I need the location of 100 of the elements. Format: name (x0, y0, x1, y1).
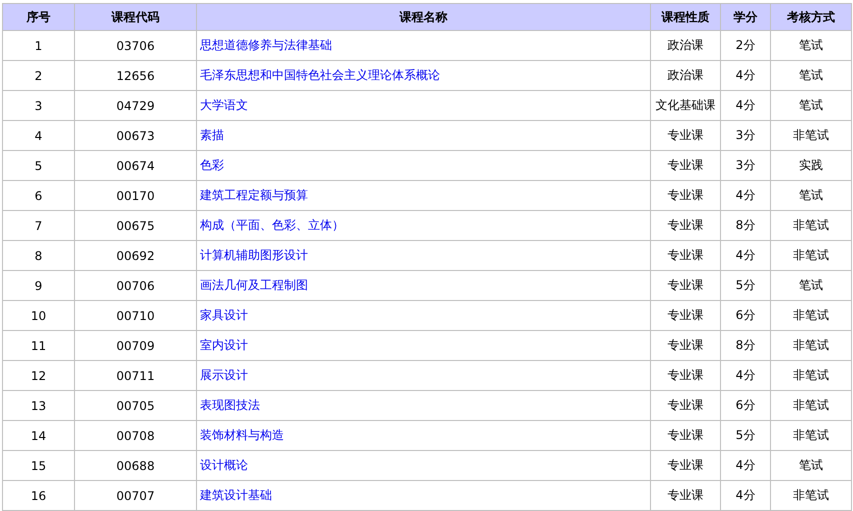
table-cell: 政治课 (668, 38, 704, 52)
table-cell: 14 (30, 428, 46, 442)
column-header: 课程代码 (74, 4, 196, 30)
table-cell: 专业课 (668, 428, 704, 442)
table-cell: 非笔试 (793, 488, 829, 502)
table-cell: 15 (30, 458, 46, 472)
table-cell: 00674 (116, 158, 155, 172)
column-header: 学分 (720, 4, 770, 30)
table-cell: 4分 (736, 98, 756, 112)
table-cell: 笔试 (799, 68, 823, 82)
table-cell: 6分 (736, 308, 756, 322)
table-cell: 实践 (799, 158, 823, 172)
course-link[interactable]: 画法几何及工程制图 (200, 278, 308, 292)
table-cell: 非笔试 (793, 368, 829, 382)
table-cell: 4分 (736, 368, 756, 382)
table-cell: 4分 (736, 488, 756, 502)
table-cell: 笔试 (799, 278, 823, 292)
course-link[interactable]: 大学语文 (200, 98, 248, 112)
course-link[interactable]: 装饰材料与构造 (200, 428, 284, 442)
table-cell: 3分 (736, 128, 756, 142)
table-cell: 3分 (736, 158, 756, 172)
table-cell: 00688 (116, 458, 155, 472)
table-cell: 专业课 (668, 368, 704, 382)
table-cell: 非笔试 (793, 248, 829, 262)
course-link[interactable]: 展示设计 (200, 368, 248, 382)
table-cell: 笔试 (799, 458, 823, 472)
table-cell: 00692 (116, 248, 155, 262)
table-cell: 1 (34, 38, 42, 52)
table-cell: 4分 (736, 68, 756, 82)
table-cell: 非笔试 (793, 338, 829, 352)
table-cell: 12656 (116, 68, 155, 82)
column-header: 序号 (2, 4, 74, 30)
table-cell: 专业课 (668, 188, 704, 202)
table-cell: 专业课 (668, 338, 704, 352)
table-cell: 16 (30, 488, 46, 502)
table-cell: 00705 (116, 398, 155, 412)
table-cell: 非笔试 (793, 428, 829, 442)
table-cell: 非笔试 (793, 218, 829, 232)
table-cell: 2 (34, 68, 42, 82)
table-cell: 00710 (116, 308, 155, 322)
table-cell: 5分 (736, 278, 756, 292)
table-cell: 专业课 (668, 308, 704, 322)
table-cell: 专业课 (668, 278, 704, 292)
table-cell: 04729 (116, 98, 155, 112)
table-cell: 11 (30, 338, 46, 352)
course-link[interactable]: 表现图技法 (200, 398, 260, 412)
course-link[interactable]: 构成（平面、色彩、立体） (200, 218, 344, 232)
table-cell: 专业课 (668, 398, 704, 412)
table-cell: 非笔试 (793, 128, 829, 142)
table-cell: 00170 (116, 188, 155, 202)
column-header: 课程名称 (196, 4, 650, 30)
table-cell: 9 (34, 278, 42, 292)
table-cell: 笔试 (799, 188, 823, 202)
table-cell: 13 (30, 398, 46, 412)
table-cell: 00709 (116, 338, 155, 352)
course-link[interactable]: 设计概论 (200, 458, 248, 472)
table-cell: 00673 (116, 128, 155, 142)
table-cell: 专业课 (668, 128, 704, 142)
course-link[interactable]: 建筑设计基础 (200, 488, 272, 502)
table-cell: 3 (34, 98, 42, 112)
table-cell: 笔试 (799, 38, 823, 52)
table-cell: 5 (34, 158, 42, 172)
table-cell: 8分 (736, 218, 756, 232)
table-cell: 8 (34, 248, 42, 262)
table-cell: 专业课 (668, 248, 704, 262)
table-cell: 4分 (736, 458, 756, 472)
table-cell: 00706 (116, 278, 155, 292)
table-cell: 8分 (736, 338, 756, 352)
course-link[interactable]: 思想道德修养与法律基础 (200, 38, 332, 52)
course-link[interactable]: 建筑工程定额与预算 (200, 188, 308, 202)
table-cell: 5分 (736, 428, 756, 442)
table-cell: 专业课 (668, 488, 704, 502)
course-link[interactable]: 色彩 (200, 158, 224, 172)
table-cell: 专业课 (668, 218, 704, 232)
table-cell: 4分 (736, 248, 756, 262)
table-cell: 笔试 (799, 98, 823, 112)
table-cell: 00711 (116, 368, 155, 382)
course-link[interactable]: 家具设计 (200, 308, 248, 322)
column-header: 课程性质 (650, 4, 720, 30)
table-cell: 政治课 (668, 68, 704, 82)
table-cell: 00708 (116, 428, 155, 442)
table-cell: 4 (34, 128, 42, 142)
column-header: 考核方式 (770, 4, 852, 30)
table-cell: 7 (34, 218, 42, 232)
table-cell: 专业课 (668, 158, 704, 172)
table-cell: 6 (34, 188, 42, 202)
table-cell: 4分 (736, 188, 756, 202)
table-cell: 专业课 (668, 458, 704, 472)
table-cell: 6分 (736, 398, 756, 412)
course-link[interactable]: 素描 (200, 128, 224, 142)
table-cell: 文化基础课 (656, 98, 716, 112)
table-cell: 2分 (736, 38, 756, 52)
table-cell: 00707 (116, 488, 155, 502)
table-cell: 03706 (116, 38, 155, 52)
table-cell: 12 (30, 368, 46, 382)
course-link[interactable]: 计算机辅助图形设计 (200, 248, 308, 262)
table-cell: 00675 (116, 218, 155, 232)
table-cell: 非笔试 (793, 398, 829, 412)
course-link[interactable]: 室内设计 (200, 338, 248, 352)
table-cell: 非笔试 (793, 308, 829, 322)
